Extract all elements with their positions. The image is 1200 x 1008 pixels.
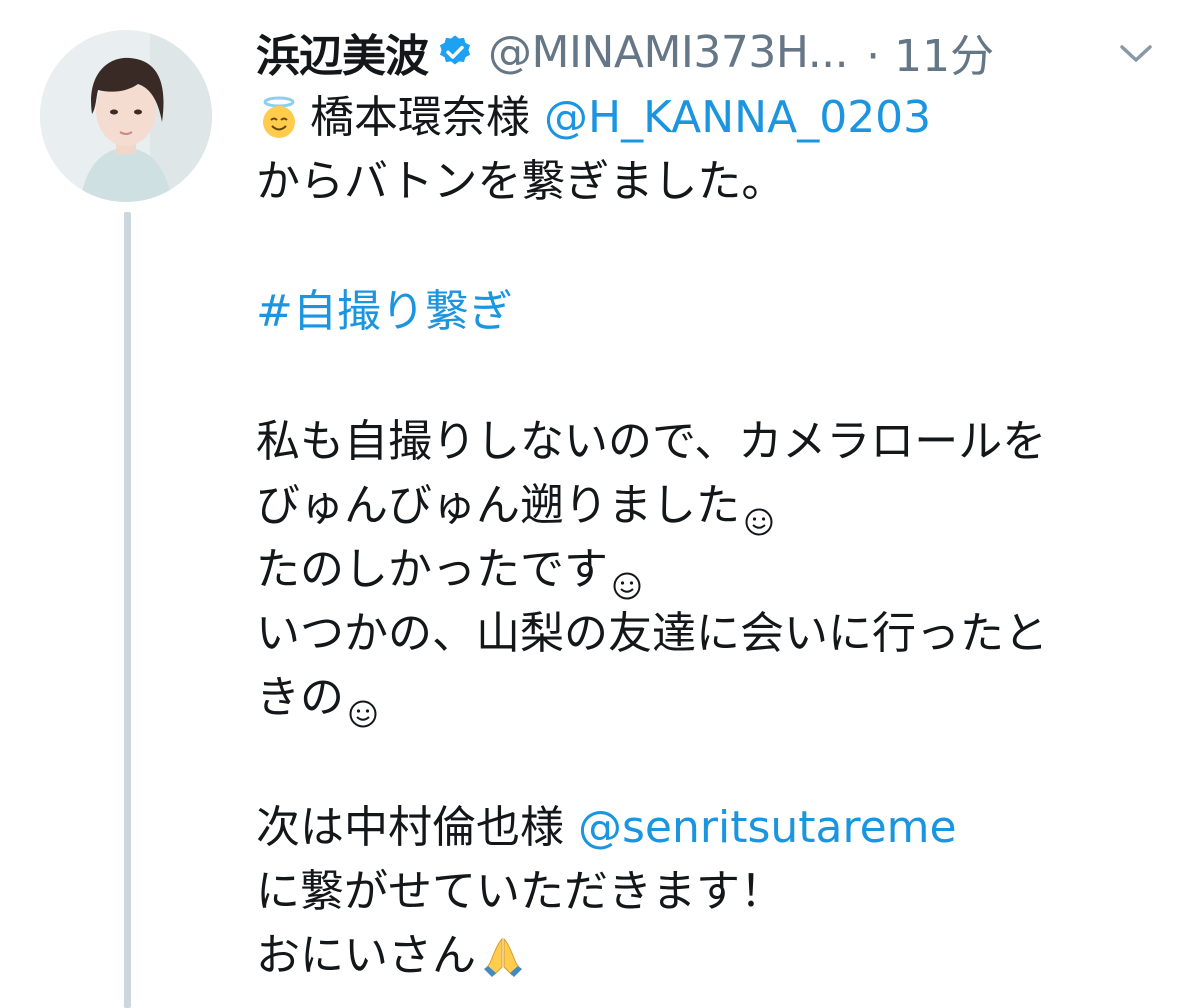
tweet-text: 次は中村倫也様 (256, 802, 564, 853)
tweet-line: 橋本環奈様 @H_KANNA_0203 (256, 86, 1176, 150)
mention-name: 橋本環奈様 (310, 92, 530, 143)
tweet-text: 私も自撮りしないので、カメラロールを (256, 416, 1047, 467)
tweet-line: たのしかったです (256, 538, 1176, 602)
mention-link[interactable]: @H_KANNA_0203 (544, 86, 931, 150)
tweet-line: おにいさん (256, 924, 1176, 988)
chevron-down-icon[interactable] (1110, 28, 1162, 80)
thread-line (124, 212, 131, 1008)
angel-emoji-icon (256, 95, 302, 141)
tweet-line: #自撮り繋ぎ (256, 280, 1176, 344)
tweet-line: からバトンを繋ぎました。 (256, 150, 1176, 214)
smiley-icon (348, 683, 378, 728)
display-name[interactable]: 浜辺美波 (256, 20, 429, 84)
tweet-text: びゅんびゅん遡りました (256, 480, 740, 531)
avatar[interactable] (40, 30, 212, 202)
tweet-line: びゅんびゅん遡りました (256, 474, 1176, 538)
tweet-line: いつかの、山梨の友達に会いに行ったと (256, 602, 1176, 666)
tweet-text: たのしかったです (256, 544, 608, 595)
tweet-text: に繋がせていただきます！ (256, 866, 784, 917)
timestamp[interactable]: · 11分 (866, 20, 994, 84)
tweet-line: 次は中村倫也様 @senritsutareme (256, 796, 1176, 860)
tweet-body: 橋本環奈様 @H_KANNA_0203 からバトンを繋ぎました。 #自撮り繋ぎ … (256, 86, 1176, 988)
tweet-view: 浜辺美波 @MINAMI373H... · 11分 橋本環奈様 @H_KANNA… (0, 0, 1200, 1008)
tweet-line: きの (256, 666, 1176, 730)
user-handle[interactable]: @MINAMI373H... (488, 27, 849, 78)
tweet-line: に繋がせていただきます！ (256, 860, 1176, 924)
tweet-header: 浜辺美波 @MINAMI373H... · 11分 (256, 20, 1176, 84)
mention-link[interactable]: @senritsutareme (578, 796, 957, 860)
hashtag-link[interactable]: #自撮り繋ぎ (256, 280, 513, 344)
tweet-text: からバトンを繋ぎました。 (256, 156, 786, 207)
folded-hands-emoji-icon (480, 933, 526, 979)
avatar-photo (40, 30, 212, 202)
tweet-line: 私も自撮りしないので、カメラロールを (256, 410, 1176, 474)
tweet-text: きの (256, 672, 344, 723)
tweet-text: いつかの、山梨の友達に会いに行ったと (256, 608, 1048, 659)
verified-badge-icon (436, 33, 474, 71)
tweet-text: おにいさん (256, 930, 476, 981)
smiley-icon (744, 491, 774, 536)
smiley-icon (612, 555, 642, 600)
